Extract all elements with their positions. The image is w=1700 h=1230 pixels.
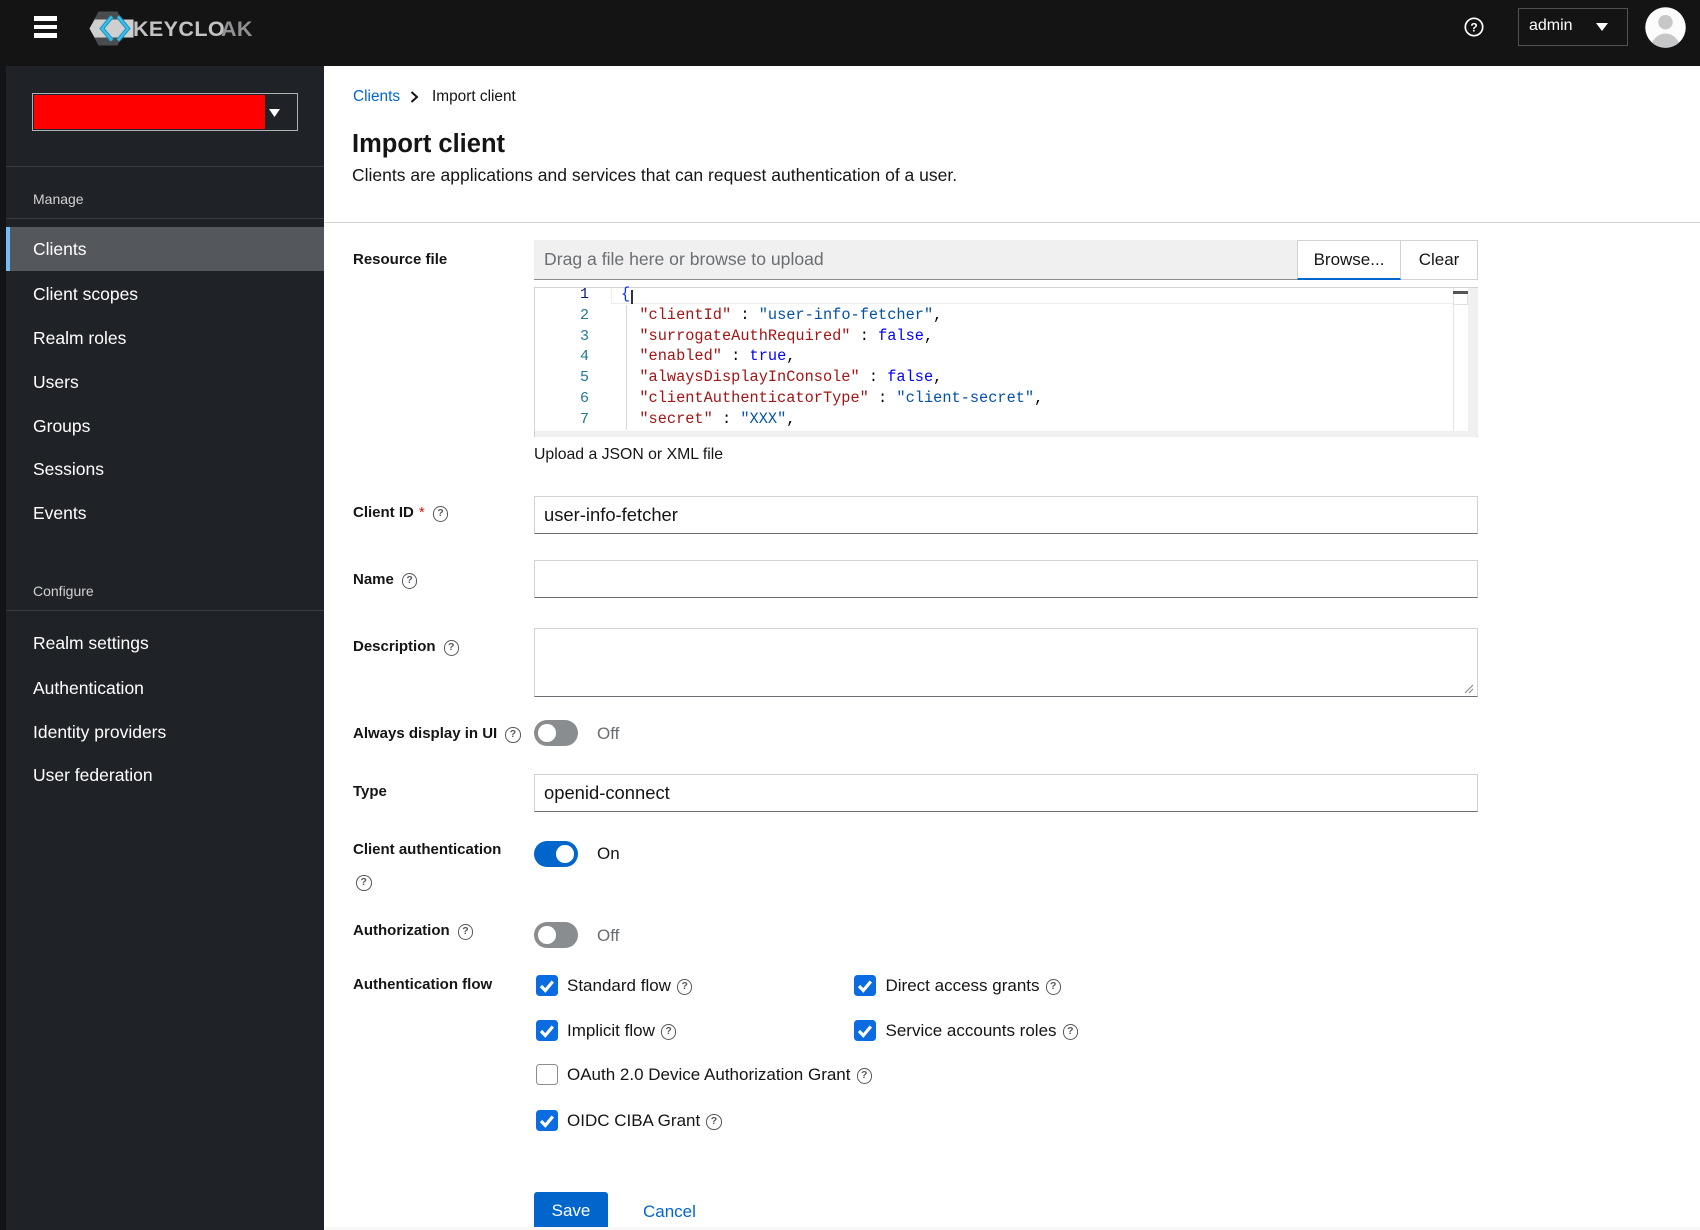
svg-text:?: ? bbox=[1470, 20, 1477, 34]
svg-text:KEYCLO: KEYCLO bbox=[133, 17, 225, 41]
svg-text:AK: AK bbox=[221, 17, 253, 41]
